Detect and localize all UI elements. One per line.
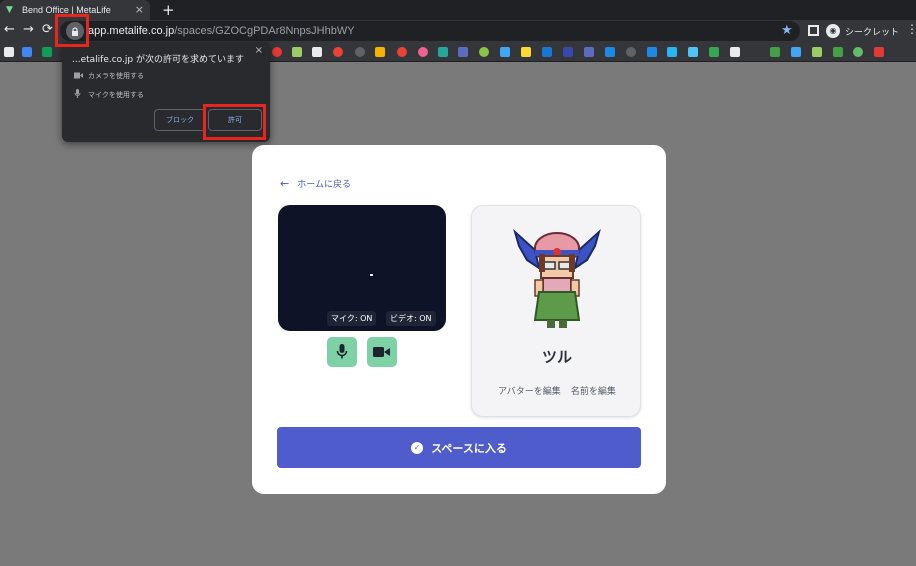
bookmark-icon[interactable] bbox=[853, 47, 863, 57]
camera-permission-row: カメラを使用する bbox=[74, 71, 144, 81]
block-button[interactable]: ブロック bbox=[154, 109, 206, 131]
url-text[interactable]: app.metalife.co.jp/spaces/GZOCgPDAr8Nnps… bbox=[88, 25, 355, 37]
bookmark-star-icon[interactable]: ★ bbox=[781, 23, 793, 38]
bookmark-icon[interactable] bbox=[22, 47, 32, 57]
bookmark-icon[interactable] bbox=[770, 47, 780, 57]
reload-icon[interactable]: ⟳ bbox=[42, 22, 53, 37]
bookmark-icon[interactable] bbox=[4, 47, 14, 57]
forward-icon[interactable]: → bbox=[23, 22, 34, 37]
avatar-panel: ツル アバターを編集 名前を編集 bbox=[471, 205, 641, 417]
permission-popup: ...etalife.co.jp が次の許可を求めています × カメラを使用する… bbox=[62, 42, 270, 142]
bookmark-icon[interactable] bbox=[688, 47, 698, 57]
incognito-icon: ◉ bbox=[826, 24, 840, 38]
edit-avatar-link[interactable]: アバターを編集 bbox=[498, 384, 561, 397]
avatar-actions: アバターを編集 名前を編集 bbox=[472, 384, 642, 397]
bookmark-icon[interactable] bbox=[397, 47, 407, 57]
bookmark-icon[interactable] bbox=[375, 47, 385, 57]
bookmark-icon[interactable] bbox=[418, 47, 428, 57]
bookmark-icon[interactable] bbox=[874, 47, 884, 57]
entry-card: ← ホームに戻る マイク: ON ビデオ: ON ツル アバターを編集 名前を編… bbox=[252, 145, 666, 494]
bookmark-icon[interactable] bbox=[647, 47, 657, 57]
metalife-favicon-icon: ▼ bbox=[6, 5, 13, 15]
tab-bar: ▼ Bend Office | MetaLife × + bbox=[0, 0, 916, 20]
bookmark-icon[interactable] bbox=[272, 47, 282, 57]
bookmark-icon[interactable] bbox=[438, 47, 448, 57]
bookmark-icon[interactable] bbox=[563, 47, 573, 57]
site-info-lock-icon[interactable] bbox=[66, 22, 84, 40]
bookmark-icon[interactable] bbox=[458, 47, 468, 57]
close-tab-icon[interactable]: × bbox=[135, 3, 144, 16]
bookmark-icon[interactable] bbox=[542, 47, 552, 57]
incognito-label: シークレット bbox=[845, 27, 900, 38]
bookmark-icon[interactable] bbox=[709, 47, 719, 57]
bookmark-icon[interactable] bbox=[312, 47, 322, 57]
browser-menu-icon[interactable]: ⋮ bbox=[906, 22, 916, 36]
mic-permission-row: マイクを使用する bbox=[74, 89, 144, 100]
mic-toggle-button[interactable] bbox=[327, 337, 357, 367]
back-home-link[interactable]: ← ホームに戻る bbox=[280, 177, 351, 190]
allow-button[interactable]: 許可 bbox=[208, 109, 262, 131]
side-panel-icon[interactable] bbox=[808, 25, 819, 36]
video-preview: マイク: ON ビデオ: ON bbox=[278, 205, 446, 331]
new-tab-button[interactable]: + bbox=[162, 1, 175, 19]
bookmark-icon[interactable] bbox=[812, 47, 822, 57]
bookmark-icon[interactable] bbox=[833, 47, 843, 57]
back-arrow-icon: ← bbox=[280, 177, 290, 190]
camera-toggle-button[interactable] bbox=[367, 337, 397, 367]
camera-permission-label: カメラを使用する bbox=[88, 72, 144, 80]
avatar-name: ツル bbox=[541, 348, 572, 366]
bookmark-icon[interactable] bbox=[730, 47, 740, 57]
popup-close-icon[interactable]: × bbox=[255, 45, 263, 56]
video-status-badge: ビデオ: ON bbox=[386, 311, 436, 326]
url-host: app.metalife.co.jp bbox=[88, 25, 175, 37]
microphone-icon bbox=[336, 344, 348, 359]
url-path: /spaces/GZOCgPDAr8NnpsJHhbWY bbox=[174, 25, 355, 37]
enter-space-label: スペースに入る bbox=[431, 441, 507, 455]
incognito-indicator[interactable]: ◉ シークレット bbox=[826, 22, 906, 40]
back-icon[interactable]: ← bbox=[4, 22, 15, 37]
bookmark-icon[interactable] bbox=[500, 47, 510, 57]
back-home-label: ホームに戻る bbox=[297, 180, 351, 190]
bookmark-icon[interactable] bbox=[521, 47, 531, 57]
bookmark-icon[interactable] bbox=[791, 47, 801, 57]
bookmark-icon[interactable] bbox=[605, 47, 615, 57]
mic-status-badge: マイク: ON bbox=[327, 311, 377, 326]
microphone-icon bbox=[74, 89, 88, 100]
bookmark-icon[interactable] bbox=[667, 47, 677, 57]
video-cursor-dot bbox=[370, 274, 373, 276]
bookmark-icon[interactable] bbox=[42, 47, 52, 57]
video-camera-icon bbox=[373, 347, 390, 357]
check-circle-icon: ✓ bbox=[411, 441, 424, 454]
bookmark-icon[interactable] bbox=[355, 47, 365, 57]
bookmark-icon[interactable] bbox=[584, 47, 594, 57]
edit-name-link[interactable]: 名前を編集 bbox=[571, 384, 616, 397]
browser-tab[interactable]: ▼ Bend Office | MetaLife × bbox=[0, 0, 150, 20]
bookmark-icon[interactable] bbox=[479, 47, 489, 57]
tab-title: Bend Office | MetaLife bbox=[22, 5, 111, 15]
bookmark-icon[interactable] bbox=[333, 47, 343, 57]
bookmark-icon[interactable] bbox=[626, 47, 636, 57]
popup-title: ...etalife.co.jp が次の許可を求めています bbox=[72, 55, 244, 65]
camera-icon bbox=[74, 72, 88, 81]
bookmark-icon[interactable] bbox=[292, 47, 302, 57]
enter-space-button[interactable]: ✓ スペースに入る bbox=[277, 427, 641, 468]
avatar-sprite bbox=[513, 228, 601, 328]
mic-permission-label: マイクを使用する bbox=[88, 90, 144, 99]
